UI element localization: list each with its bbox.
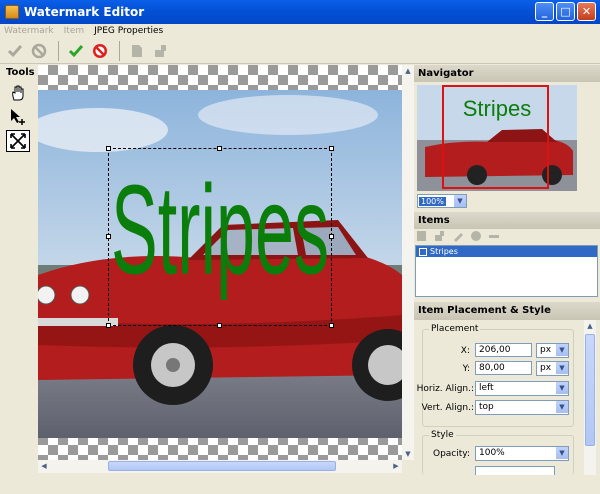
menu-watermark[interactable]: Watermark bbox=[4, 26, 54, 36]
scroll-thumb[interactable] bbox=[585, 334, 595, 446]
chevron-down-icon[interactable]: ▼ bbox=[454, 195, 466, 207]
x-unit-select[interactable]: px ▼ bbox=[536, 343, 569, 358]
y-unit-select[interactable]: px ▼ bbox=[536, 361, 569, 376]
y-label: Y: bbox=[462, 364, 470, 374]
window-title: Watermark Editor bbox=[24, 5, 145, 19]
resize-handle[interactable] bbox=[217, 146, 222, 151]
watermark-text: Stripes bbox=[111, 160, 329, 302]
scroll-up-icon[interactable]: ▲ bbox=[584, 320, 596, 332]
toolbar bbox=[0, 38, 600, 64]
halign-select[interactable]: left ▼ bbox=[475, 381, 569, 396]
scroll-thumb[interactable] bbox=[108, 461, 336, 471]
chevron-down-icon[interactable]: ▼ bbox=[556, 362, 568, 374]
resize-handle[interactable] bbox=[106, 234, 111, 239]
navigator-header: Navigator bbox=[414, 65, 600, 82]
list-item-label: Stripes bbox=[430, 247, 458, 256]
hand-tool-icon[interactable] bbox=[6, 82, 30, 104]
watermark-selection[interactable]: Stripes bbox=[106, 146, 334, 328]
halign-value: left bbox=[479, 383, 494, 393]
valign-label: Vert. Align.: bbox=[421, 403, 474, 413]
tools-title: Tools bbox=[6, 67, 35, 78]
chevron-down-icon[interactable]: ▼ bbox=[556, 344, 568, 356]
scroll-left-icon[interactable]: ◀ bbox=[38, 460, 50, 472]
valign-select[interactable]: top ▼ bbox=[475, 400, 569, 415]
navigator-preview[interactable]: Stripes bbox=[417, 85, 577, 191]
chevron-down-icon[interactable]: ▼ bbox=[556, 401, 568, 413]
x-input[interactable]: 206,00 bbox=[475, 343, 532, 357]
menu-bar: Watermark Item JPEG Properties bbox=[0, 24, 600, 38]
tools-panel: Tools bbox=[3, 65, 35, 475]
ok-check-icon[interactable] bbox=[65, 40, 87, 62]
remove-icon[interactable] bbox=[488, 230, 500, 242]
canvas-horizontal-scrollbar[interactable]: ◀ ▶ bbox=[38, 460, 402, 473]
resize-handle[interactable] bbox=[329, 146, 334, 151]
menu-item[interactable]: Item bbox=[64, 26, 85, 36]
close-button[interactable]: ✕ bbox=[577, 2, 596, 21]
navigator-viewport-frame[interactable] bbox=[442, 85, 549, 189]
style-select[interactable] bbox=[475, 466, 555, 475]
stamp-icon[interactable] bbox=[150, 40, 172, 62]
stop-circle-icon[interactable] bbox=[89, 40, 111, 62]
apply-check-icon[interactable] bbox=[4, 40, 26, 62]
opacity-value: 100% bbox=[479, 448, 505, 458]
pointer-add-tool-icon[interactable] bbox=[6, 106, 30, 128]
opacity-label: Opacity: bbox=[433, 449, 470, 459]
info-icon[interactable] bbox=[470, 230, 482, 242]
scroll-down-icon[interactable]: ▼ bbox=[402, 448, 414, 460]
resize-handle[interactable] bbox=[106, 323, 111, 328]
resize-handle[interactable] bbox=[329, 234, 334, 239]
chevron-down-icon[interactable]: ▼ bbox=[556, 382, 568, 394]
x-unit-value: px bbox=[540, 345, 552, 355]
zoom-select[interactable]: 100% ▼ bbox=[417, 194, 467, 208]
resize-handle[interactable] bbox=[106, 146, 111, 151]
panel-vertical-scrollbar[interactable]: ▲ bbox=[584, 320, 596, 475]
resize-handle[interactable] bbox=[329, 323, 334, 328]
canvas-vertical-scrollbar[interactable]: ▲ ▼ bbox=[402, 65, 414, 460]
y-input[interactable]: 80,00 bbox=[475, 361, 532, 375]
title-bar: Watermark Editor _ □ ✕ bbox=[0, 0, 600, 24]
items-header: Items bbox=[414, 212, 600, 229]
scroll-up-icon[interactable]: ▲ bbox=[402, 65, 414, 77]
stamp-icon[interactable] bbox=[434, 230, 446, 242]
document-icon[interactable] bbox=[126, 40, 148, 62]
valign-value: top bbox=[479, 402, 494, 412]
x-label: X: bbox=[460, 346, 470, 356]
pencil-icon[interactable] bbox=[452, 230, 464, 242]
items-toolbar bbox=[416, 229, 500, 243]
placement-group-label: Placement bbox=[429, 324, 481, 334]
chevron-down-icon[interactable]: ▼ bbox=[556, 447, 568, 459]
resize-tool-icon[interactable] bbox=[6, 130, 30, 152]
image-canvas[interactable]: Stripes bbox=[38, 65, 402, 460]
right-panel: Navigator Stripes 100% ▼ Items Stripes I… bbox=[414, 65, 600, 475]
halign-label: Horiz. Align.: bbox=[416, 384, 474, 394]
y-unit-value: px bbox=[540, 363, 552, 373]
scroll-right-icon[interactable]: ▶ bbox=[390, 460, 402, 472]
zoom-value: 100% bbox=[419, 196, 446, 206]
item-checkbox[interactable] bbox=[419, 247, 427, 256]
style-group-label: Style bbox=[429, 430, 456, 440]
opacity-select[interactable]: 100% ▼ bbox=[475, 446, 569, 461]
items-list[interactable]: Stripes bbox=[415, 245, 598, 297]
document-icon[interactable] bbox=[416, 230, 428, 242]
maximize-button[interactable]: □ bbox=[556, 2, 575, 21]
resize-handle[interactable] bbox=[217, 323, 222, 328]
list-item[interactable]: Stripes bbox=[416, 246, 597, 257]
minimize-button[interactable]: _ bbox=[535, 2, 554, 21]
app-icon bbox=[5, 5, 19, 19]
cancel-circle-icon[interactable] bbox=[28, 40, 50, 62]
placement-header: Item Placement & Style bbox=[414, 302, 600, 320]
menu-jpeg-properties[interactable]: JPEG Properties bbox=[94, 26, 163, 36]
